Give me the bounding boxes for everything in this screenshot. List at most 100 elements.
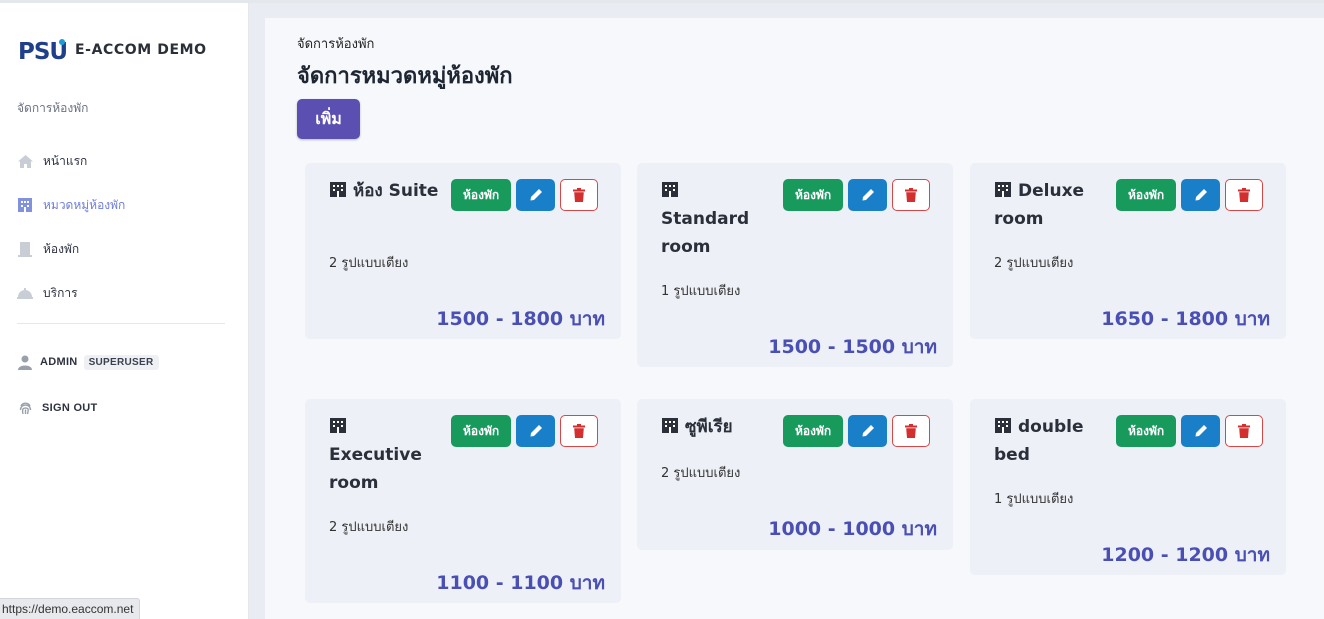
fingerprint-icon [16,399,34,417]
pencil-icon [1195,425,1207,437]
psu-logo: PSU [18,39,66,65]
sidebar-item-label: หน้าแรก [43,153,88,168]
category-card: Standard room ห้องพัก 1 รูปแบบเตียง 1500… [637,163,953,367]
sidebar-item-services[interactable]: บริการ [16,271,236,315]
trash-icon [573,188,586,202]
rooms-button[interactable]: ห้องพัก [451,179,512,211]
card-name: ซูพีเรีย [685,417,733,437]
rooms-button[interactable]: ห้องพัก [783,415,844,447]
price-range: 1100 - 1100 บาท [436,572,605,594]
category-card: ห้อง Suite ห้องพัก 2 รูปแบบเตียง 1500 - … [305,163,621,339]
sidebar: PSU E-ACCOM DEMO จัดการห้องพัก หน้าแรก ห… [0,3,249,619]
bed-types-count: 1 รูปแบบเตียง [994,492,1074,507]
user-icon [16,353,34,371]
pencil-icon [1195,189,1207,201]
building-icon [995,418,1011,433]
bed-types-count: 2 รูปแบบเตียง [661,466,741,481]
rooms-button[interactable]: ห้องพัก [783,179,844,211]
delete-button[interactable] [892,179,931,211]
card-name: ห้อง Suite [353,181,439,201]
sign-out-label: SIGN OUT [42,402,98,414]
price-range: 1000 - 1000 บาท [768,518,937,540]
building-icon [662,182,678,197]
card-title: Executive room [329,413,439,497]
trash-icon [905,424,918,438]
breadcrumb: จัดการห้องพัก [297,37,375,52]
service-bell-icon [16,284,34,302]
price-range: 1500 - 1800 บาท [436,308,605,330]
card-actions: ห้องพัก [451,179,599,211]
edit-button[interactable] [848,179,888,211]
sidebar-section-label: จัดการห้องพัก [17,101,89,115]
edit-button[interactable] [516,179,556,211]
app-name: E-ACCOM DEMO [75,42,207,58]
user-info[interactable]: ADMIN SUPERUSER [16,353,159,371]
sidebar-item-label: ห้องพัก [43,241,80,256]
bed-types-count: 2 รูปแบบเตียง [329,256,409,271]
delete-button[interactable] [892,415,931,447]
sidebar-nav: หน้าแรก หมวดหมู่ห้องพัก ห้องพัก บริการ [16,139,236,315]
building-icon [330,418,346,433]
trash-icon [573,424,586,438]
category-card: double bed ห้องพัก 1 รูปแบบเตียง 1200 - … [970,399,1286,575]
sidebar-item-home[interactable]: หน้าแรก [16,139,236,183]
trash-icon [905,188,918,202]
page-title: จัดการหมวดหมู่ห้องพัก [297,64,513,89]
door-icon [16,240,34,258]
brand[interactable]: PSU E-ACCOM DEMO [18,35,207,65]
sign-out-link[interactable]: SIGN OUT [16,399,98,417]
bed-types-count: 2 รูปแบบเตียง [994,256,1074,271]
pencil-icon [862,425,874,437]
price-range: 1200 - 1200 บาท [1101,544,1270,566]
delete-button[interactable] [1225,179,1264,211]
rooms-button[interactable]: ห้องพัก [1116,415,1177,447]
svg-text:PSU: PSU [18,39,66,65]
building-icon [330,182,346,197]
card-title: ซูพีเรีย [661,413,771,441]
delete-button[interactable] [560,415,599,447]
rooms-button[interactable]: ห้องพัก [1116,179,1177,211]
card-name: Executive room [329,445,422,493]
building-icon [662,418,678,433]
sidebar-item-label: บริการ [43,285,78,300]
category-card: Deluxe room ห้องพัก 2 รูปแบบเตียง 1650 -… [970,163,1286,339]
pencil-icon [862,189,874,201]
card-title: Deluxe room [994,177,1104,233]
sidebar-item-label: หมวดหมู่ห้องพัก [43,197,126,212]
delete-button[interactable] [1225,415,1264,447]
user-role-badge: SUPERUSER [83,354,159,370]
main-content: จัดการห้องพัก จัดการหมวดหมู่ห้องพัก เพิ่… [265,18,1324,619]
bed-types-count: 1 รูปแบบเตียง [661,284,741,299]
card-title: ห้อง Suite [329,177,439,205]
status-bar-url: https://demo.eaccom.net [0,598,141,619]
home-icon [16,152,34,170]
sidebar-item-room-categories[interactable]: หมวดหมู่ห้องพัก [16,183,236,227]
trash-icon [1238,188,1251,202]
edit-button[interactable] [516,415,556,447]
card-actions: ห้องพัก [783,415,931,447]
sidebar-divider [17,323,225,324]
price-range: 1500 - 1500 บาท [768,336,937,358]
user-name: ADMIN [40,356,78,368]
pencil-icon [530,425,542,437]
add-button[interactable]: เพิ่ม [297,99,360,139]
rooms-button[interactable]: ห้องพัก [451,415,512,447]
sidebar-item-rooms[interactable]: ห้องพัก [16,227,236,271]
pencil-icon [530,189,542,201]
category-card: Executive room ห้องพัก 2 รูปแบบเตียง 110… [305,399,621,603]
edit-button[interactable] [1181,179,1221,211]
card-actions: ห้องพัก [783,179,931,211]
building-icon [995,182,1011,197]
card-actions: ห้องพัก [1116,415,1264,447]
card-actions: ห้องพัก [451,415,599,447]
trash-icon [1238,424,1251,438]
card-name: Standard room [661,209,750,257]
card-title: double bed [994,413,1104,469]
delete-button[interactable] [560,179,599,211]
price-range: 1650 - 1800 บาท [1101,308,1270,330]
card-title: Standard room [661,177,771,261]
bed-types-count: 2 รูปแบบเตียง [329,520,409,535]
edit-button[interactable] [848,415,888,447]
building-icon [16,196,34,214]
edit-button[interactable] [1181,415,1221,447]
